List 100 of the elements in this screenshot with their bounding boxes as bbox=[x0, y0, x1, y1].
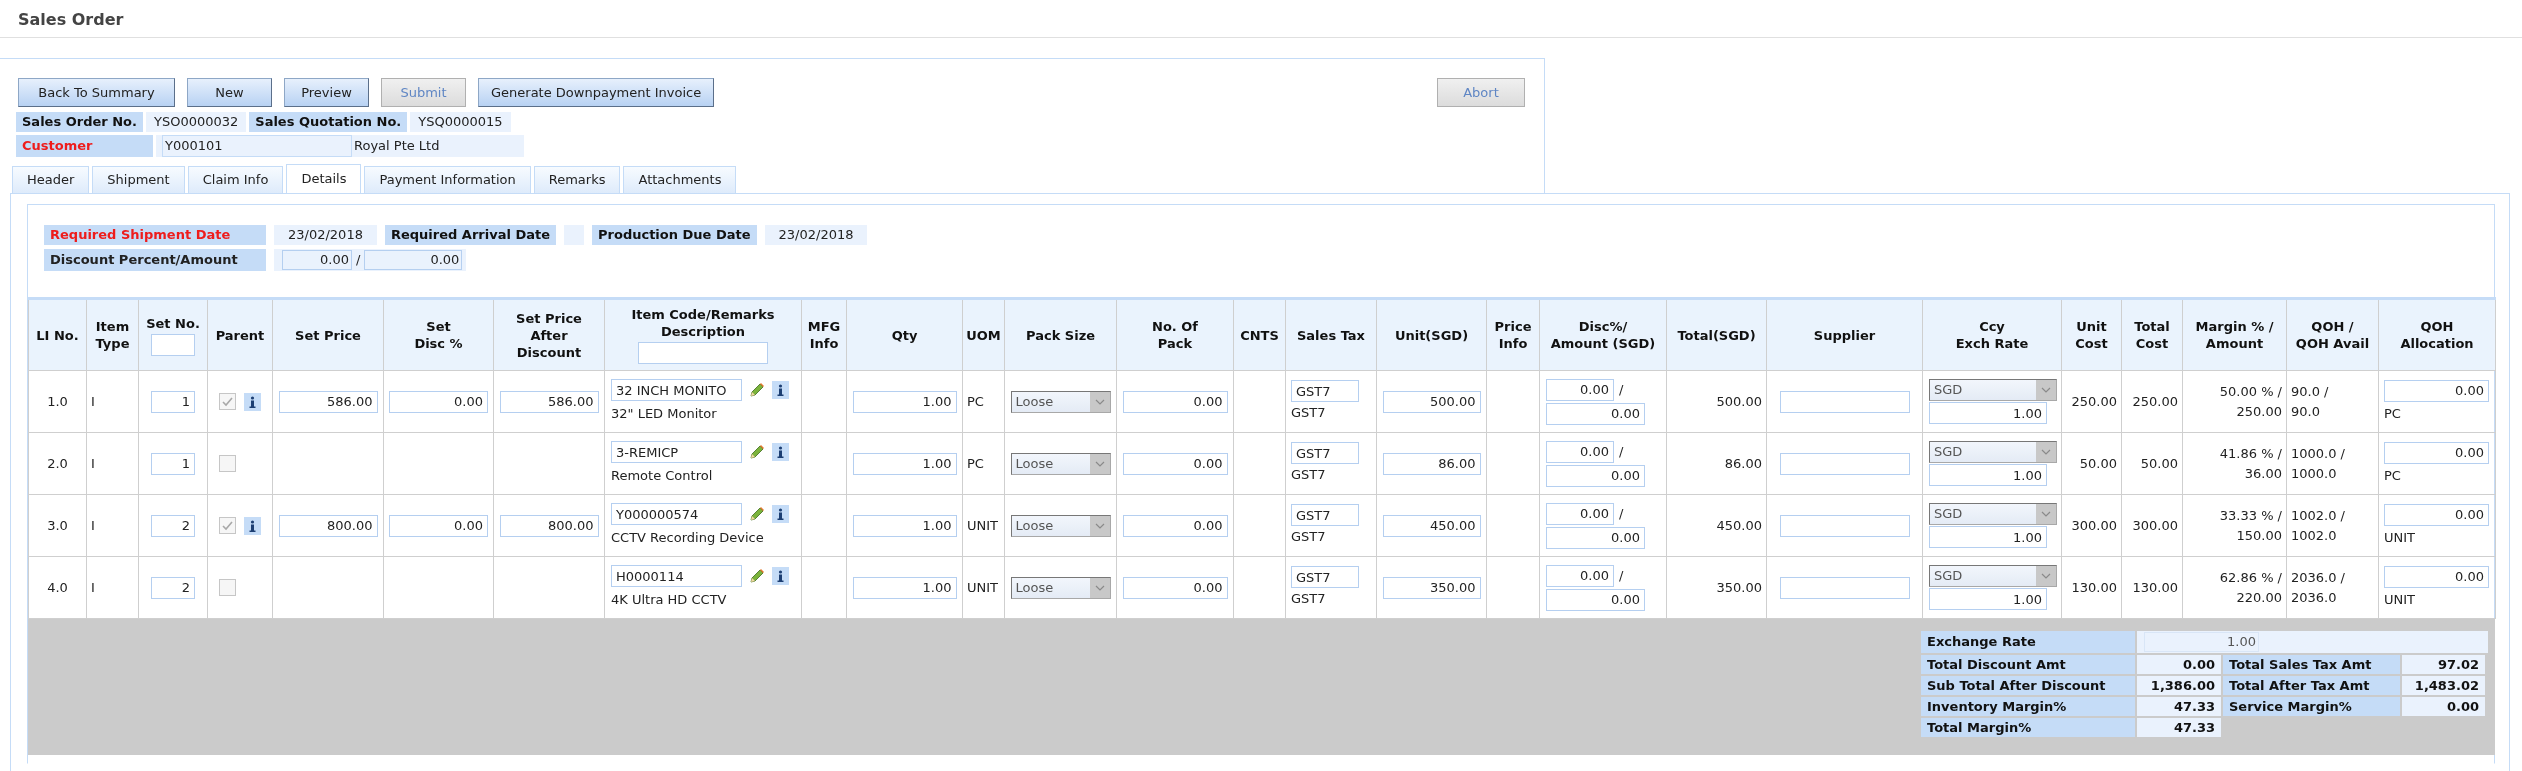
set-number-field[interactable]: 1 bbox=[151, 390, 195, 413]
item-code-field[interactable]: Y000000574 bbox=[611, 503, 742, 526]
discount-amount-field[interactable]: 0.00 bbox=[1546, 588, 1645, 611]
table-cell: PC bbox=[967, 393, 984, 409]
exchange-rate-field[interactable]: 1.00 bbox=[1929, 526, 2047, 548]
date-value: 23/02/2018 bbox=[274, 225, 377, 245]
discount-percent-field[interactable]: 0.00 bbox=[282, 250, 352, 270]
item-code-field[interactable]: 32 INCH MONITO bbox=[611, 379, 742, 402]
set-price-after-discount-field[interactable]: 800.00 bbox=[499, 514, 599, 537]
currency-select[interactable]: SGD bbox=[1929, 441, 2057, 463]
pencil-icon[interactable] bbox=[748, 443, 766, 462]
unit-price-field[interactable]: 350.00 bbox=[1382, 576, 1481, 599]
currency-select[interactable]: SGD bbox=[1929, 503, 2057, 525]
discount-amount-field[interactable]: 0.00 bbox=[1546, 402, 1645, 425]
exchange-rate-field[interactable]: 1.00 bbox=[2144, 632, 2259, 652]
tab[interactable]: Attachments bbox=[623, 166, 737, 193]
info-icon[interactable] bbox=[772, 505, 789, 524]
toolbar-button[interactable]: Preview bbox=[284, 78, 369, 107]
tab[interactable]: Header bbox=[12, 166, 90, 193]
parent-checkbox[interactable] bbox=[219, 517, 236, 534]
column-header: UOM bbox=[966, 326, 1001, 344]
discount-percent-field[interactable]: 0.00 bbox=[1546, 440, 1614, 463]
table-cell: 450.00 bbox=[1716, 517, 1762, 533]
no-of-pack-field[interactable]: 0.00 bbox=[1122, 452, 1228, 475]
qoh-allocation-field[interactable]: 0.00 bbox=[2384, 503, 2489, 526]
info-icon[interactable] bbox=[772, 443, 789, 462]
tab[interactable]: Claim Info bbox=[187, 166, 284, 193]
set-discount-field[interactable]: 0.00 bbox=[389, 390, 488, 413]
pack-size-select[interactable]: Loose bbox=[1010, 576, 1111, 599]
item-description: Remote Control bbox=[611, 467, 714, 486]
info-icon[interactable] bbox=[772, 567, 789, 586]
unit-price-field[interactable]: 450.00 bbox=[1382, 514, 1481, 537]
item-code-field[interactable]: H0000114 bbox=[611, 565, 742, 588]
unit-price-field[interactable]: 86.00 bbox=[1382, 452, 1481, 475]
tab[interactable]: Shipment bbox=[92, 166, 185, 193]
exchange-rate-field[interactable]: 1.00 bbox=[1929, 464, 2047, 486]
currency-select[interactable]: SGD bbox=[1929, 379, 2057, 401]
separator: / bbox=[1619, 442, 1624, 461]
pack-size-select[interactable]: Loose bbox=[1010, 390, 1111, 413]
pack-size-select[interactable]: Loose bbox=[1010, 452, 1111, 475]
toolbar-button[interactable]: Back To Summary bbox=[18, 78, 175, 107]
toolbar-button[interactable]: New bbox=[187, 78, 272, 107]
currency-select[interactable]: SGD bbox=[1929, 565, 2057, 587]
qty-field[interactable]: 1.00 bbox=[852, 390, 957, 413]
sales-tax-field[interactable]: GST7 bbox=[1291, 442, 1359, 465]
column-header: No. Of Pack bbox=[1152, 318, 1198, 352]
unit-price-field[interactable]: 500.00 bbox=[1382, 390, 1481, 413]
customer-name: Royal Pte Ltd bbox=[354, 137, 440, 156]
set-price-field[interactable]: 800.00 bbox=[278, 514, 378, 537]
no-of-pack-field[interactable]: 0.00 bbox=[1122, 514, 1228, 537]
discount-amount-field[interactable]: 0.00 bbox=[1546, 526, 1645, 549]
qoh-allocation-field[interactable]: 0.00 bbox=[2384, 565, 2489, 588]
parent-checkbox[interactable] bbox=[219, 393, 236, 410]
toolbar-button[interactable]: Generate Downpayment Invoice bbox=[478, 78, 715, 107]
set-number-field[interactable]: 2 bbox=[151, 514, 195, 537]
set-price-field[interactable]: 586.00 bbox=[278, 390, 378, 413]
qty-field[interactable]: 1.00 bbox=[852, 576, 957, 599]
filter-field[interactable] bbox=[638, 342, 768, 364]
sales-tax-field[interactable]: GST7 bbox=[1291, 566, 1359, 589]
pencil-icon[interactable] bbox=[748, 381, 766, 400]
sales-tax-field[interactable]: GST7 bbox=[1291, 504, 1359, 527]
sales-tax-field[interactable]: GST7 bbox=[1291, 380, 1359, 403]
no-of-pack-field[interactable]: 0.00 bbox=[1122, 576, 1228, 599]
info-icon[interactable] bbox=[772, 381, 789, 400]
info-icon[interactable] bbox=[244, 516, 261, 535]
item-description: CCTV Recording Device bbox=[611, 529, 765, 548]
check-icon bbox=[221, 395, 234, 408]
exchange-rate-field[interactable]: 1.00 bbox=[1929, 402, 2047, 424]
supplier-field[interactable] bbox=[1779, 452, 1910, 475]
customer-code-field[interactable]: Y000101 bbox=[162, 135, 352, 157]
set-number-field[interactable]: 2 bbox=[151, 576, 195, 599]
qoh-allocation-field[interactable]: 0.00 bbox=[2384, 441, 2489, 464]
tab[interactable]: Payment Information bbox=[364, 166, 531, 193]
qty-field[interactable]: 1.00 bbox=[852, 452, 957, 475]
filter-field[interactable] bbox=[151, 333, 195, 356]
set-discount-field[interactable]: 0.00 bbox=[389, 514, 488, 537]
discount-amount-field[interactable]: 0.00 bbox=[1546, 464, 1645, 487]
parent-checkbox[interactable] bbox=[219, 455, 236, 472]
pencil-icon[interactable] bbox=[748, 505, 766, 524]
item-code-field[interactable]: 3-REMICP bbox=[611, 441, 742, 464]
discount-percent-field[interactable]: 0.00 bbox=[1546, 378, 1614, 401]
discount-percent-field[interactable]: 0.00 bbox=[1546, 564, 1614, 587]
qty-field[interactable]: 1.00 bbox=[852, 514, 957, 537]
supplier-field[interactable] bbox=[1779, 514, 1910, 537]
tab[interactable]: Details bbox=[286, 164, 362, 193]
pack-size-select[interactable]: Loose bbox=[1010, 514, 1111, 537]
tab[interactable]: Remarks bbox=[533, 166, 621, 193]
info-icon[interactable] bbox=[244, 392, 261, 411]
chevron-icon bbox=[2041, 573, 2051, 579]
parent-checkbox[interactable] bbox=[219, 579, 236, 596]
set-price-after-discount-field[interactable]: 586.00 bbox=[499, 390, 599, 413]
exchange-rate-field[interactable]: 1.00 bbox=[1929, 588, 2047, 610]
no-of-pack-field[interactable]: 0.00 bbox=[1122, 390, 1228, 413]
supplier-field[interactable] bbox=[1779, 390, 1910, 413]
pencil-icon[interactable] bbox=[748, 567, 766, 586]
supplier-field[interactable] bbox=[1779, 576, 1910, 599]
discount-percent-field[interactable]: 0.00 bbox=[1546, 502, 1614, 525]
discount-amount-field[interactable]: 0.00 bbox=[364, 250, 463, 270]
set-number-field[interactable]: 1 bbox=[151, 452, 195, 475]
qoh-allocation-field[interactable]: 0.00 bbox=[2384, 379, 2489, 402]
